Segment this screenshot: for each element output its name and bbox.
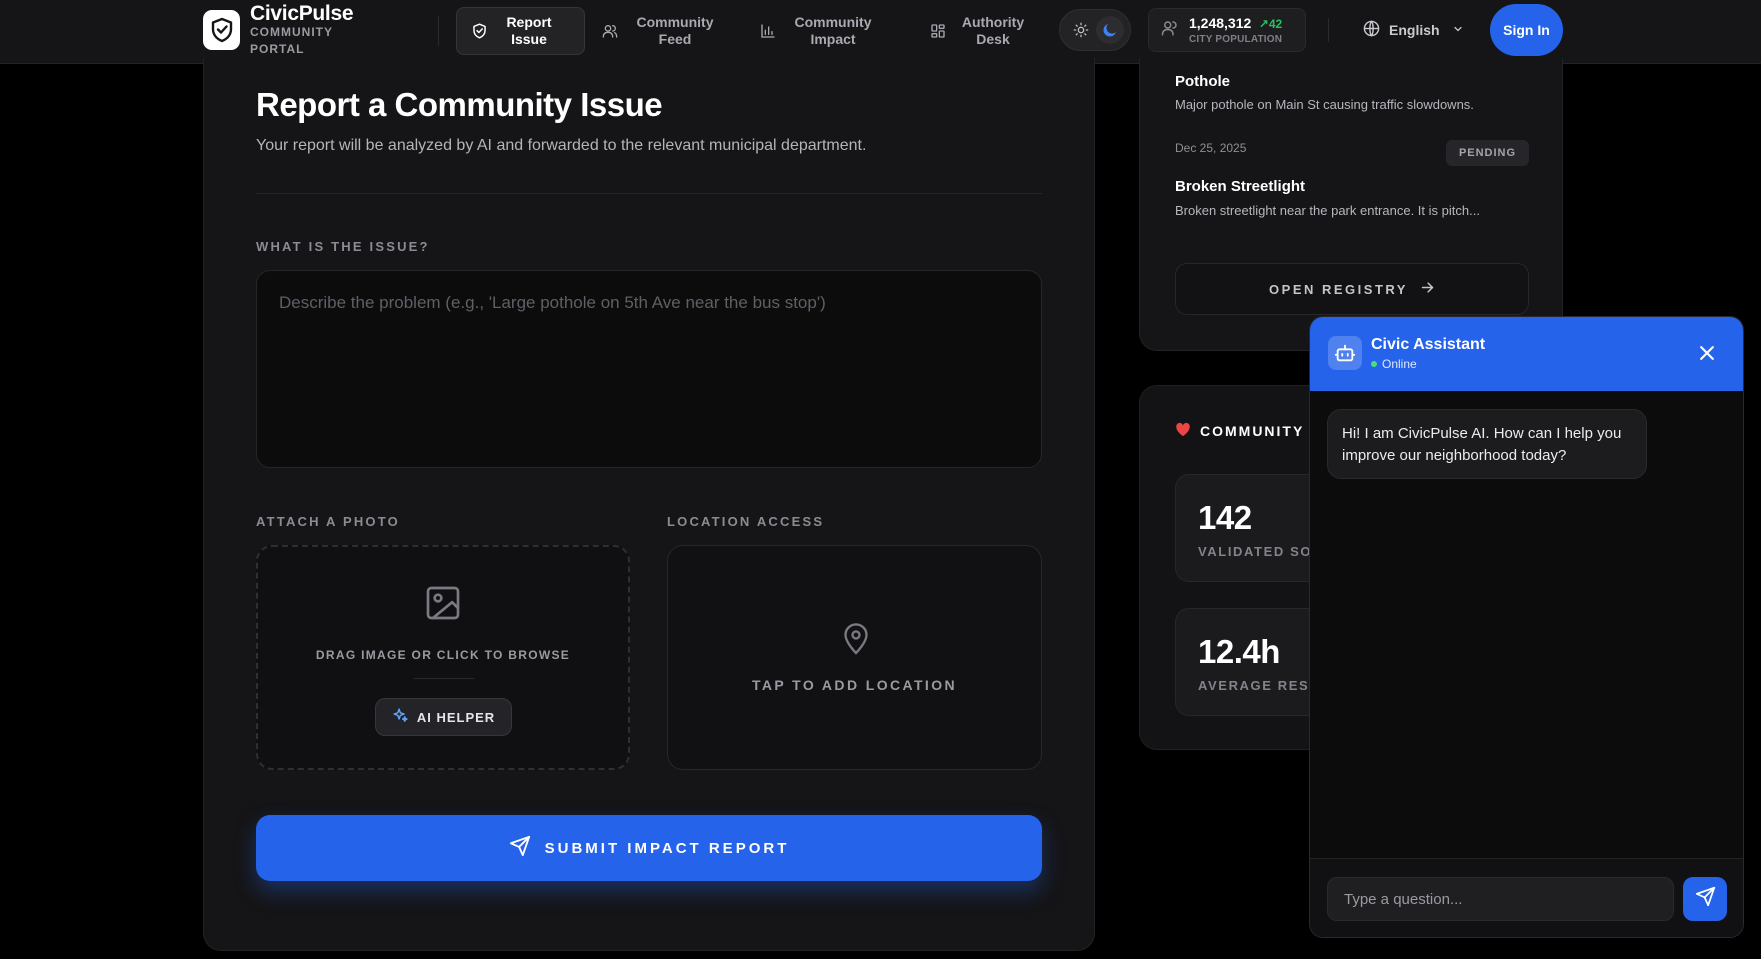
top-navbar: CivicPulse COMMUNITY PORTAL Report Issue… [0, 0, 1761, 64]
users-icon [1161, 19, 1179, 42]
nav-tab-community-feed[interactable]: Community Feed [602, 7, 742, 55]
shield-icon [471, 23, 487, 39]
population-badge: 1,248,312 ↗42 CITY POPULATION [1148, 8, 1306, 52]
brand[interactable]: CivicPulse COMMUNITY PORTAL [203, 0, 354, 60]
brand-name: CivicPulse [250, 1, 354, 25]
nav-tab-label: Community Impact [794, 14, 872, 47]
registry-card: Pothole Major pothole on Main St causing… [1139, 58, 1563, 351]
page-subtitle: Your report will be analyzed by AI and f… [256, 137, 867, 154]
registry-item-description: Broken streetlight near the park entranc… [1175, 203, 1480, 218]
bot-icon [1328, 336, 1362, 370]
heart-icon [1175, 422, 1191, 440]
stat-value: 142 [1198, 499, 1252, 536]
globe-icon [1363, 20, 1380, 40]
issue-description-input[interactable] [256, 270, 1042, 468]
arrow-right-icon [1420, 280, 1435, 298]
registry-item-date: Dec 25, 2025 [1175, 141, 1247, 155]
chat-footer [1310, 858, 1743, 937]
ai-helper-label: AI HELPER [416, 709, 496, 725]
stats-heading: COMMUNITY [1175, 422, 1304, 440]
sun-icon[interactable] [1067, 16, 1095, 44]
open-registry-button[interactable]: OPEN REGISTRY [1175, 263, 1529, 315]
registry-item-title: Pothole [1175, 73, 1230, 90]
nav-tab-label: Authority Desk [961, 14, 1025, 47]
chat-message-bot: Hi! I am CivicPulse AI. How can I help y… [1327, 409, 1647, 479]
language-label: English [1389, 22, 1440, 38]
nav-tab-label: Community Feed [636, 14, 714, 47]
stat-label: VALIDATED SOL [1198, 544, 1322, 559]
stat-label: AVERAGE RESP [1198, 678, 1320, 693]
population-label: CITY POPULATION [1189, 33, 1283, 45]
nav-tab-authority-desk[interactable]: Authority Desk [930, 7, 1050, 55]
brand-subtitle: COMMUNITY PORTAL [250, 24, 333, 56]
photo-hint: DRAG IMAGE OR CLICK TO BROWSE [315, 648, 571, 662]
image-icon [423, 583, 463, 628]
chevron-down-icon [1452, 22, 1464, 38]
sign-in-button[interactable]: Sign In [1490, 4, 1563, 56]
nav-divider [438, 16, 439, 46]
photo-label: ATTACH A PHOTO [256, 514, 400, 529]
status-badge: PENDING [1446, 140, 1529, 166]
online-dot [1371, 361, 1377, 367]
nav-divider [1328, 18, 1329, 42]
report-issue-card: Report a Community Issue Your report wil… [203, 58, 1095, 951]
ai-helper-button[interactable]: AI HELPER [375, 698, 512, 736]
registry-item-title: Broken Streetlight [1175, 178, 1306, 195]
send-icon [509, 835, 531, 861]
chat-input[interactable] [1327, 877, 1674, 921]
open-registry-label: OPEN REGISTRY [1269, 281, 1408, 297]
page-title: Report a Community Issue [256, 86, 663, 123]
issue-label: WHAT IS THE ISSUE? [256, 239, 430, 254]
photo-dropzone[interactable]: DRAG IMAGE OR CLICK TO BROWSE AI HELPER [256, 545, 630, 770]
map-pin-icon [842, 622, 870, 661]
chat-status: Online [1371, 357, 1417, 371]
submit-report-button[interactable]: SUBMIT IMPACT REPORT [256, 815, 1042, 881]
theme-toggle[interactable] [1059, 9, 1131, 51]
close-icon[interactable] [1697, 343, 1717, 368]
divider [256, 193, 1042, 194]
bar-chart-icon [760, 23, 776, 39]
population-value: 1,248,312 [1189, 14, 1252, 31]
shield-logo-icon [203, 10, 240, 50]
nav-tab-report-issue[interactable]: Report Issue [456, 7, 585, 55]
location-hint: TAP TO ADD LOCATION [751, 677, 958, 693]
moon-icon[interactable] [1095, 16, 1124, 44]
chat-title: Civic Assistant [1371, 336, 1486, 353]
chat-header: Civic Assistant Online [1310, 317, 1743, 391]
users-icon [602, 23, 618, 39]
chat-send-button[interactable] [1683, 877, 1727, 921]
trend-up-icon: ↗ [1258, 16, 1269, 31]
civic-assistant-chat: Civic Assistant Online Hi! I am CivicPul… [1309, 316, 1744, 938]
language-selector[interactable]: English [1363, 18, 1464, 42]
send-icon [1695, 886, 1716, 912]
location-label: LOCATION ACCESS [667, 514, 825, 529]
grid-icon [930, 23, 946, 39]
divider [414, 678, 474, 679]
population-delta: ↗42 [1258, 16, 1283, 31]
registry-item-description: Major pothole on Main St causing traffic… [1175, 97, 1474, 112]
sparkles-icon [392, 707, 409, 727]
location-picker[interactable]: TAP TO ADD LOCATION [667, 545, 1042, 770]
stat-value: 12.4h [1198, 633, 1280, 670]
nav-tab-community-impact[interactable]: Community Impact [760, 7, 910, 55]
nav-tab-label: Report Issue [506, 14, 552, 47]
submit-label: SUBMIT IMPACT REPORT [544, 839, 790, 857]
